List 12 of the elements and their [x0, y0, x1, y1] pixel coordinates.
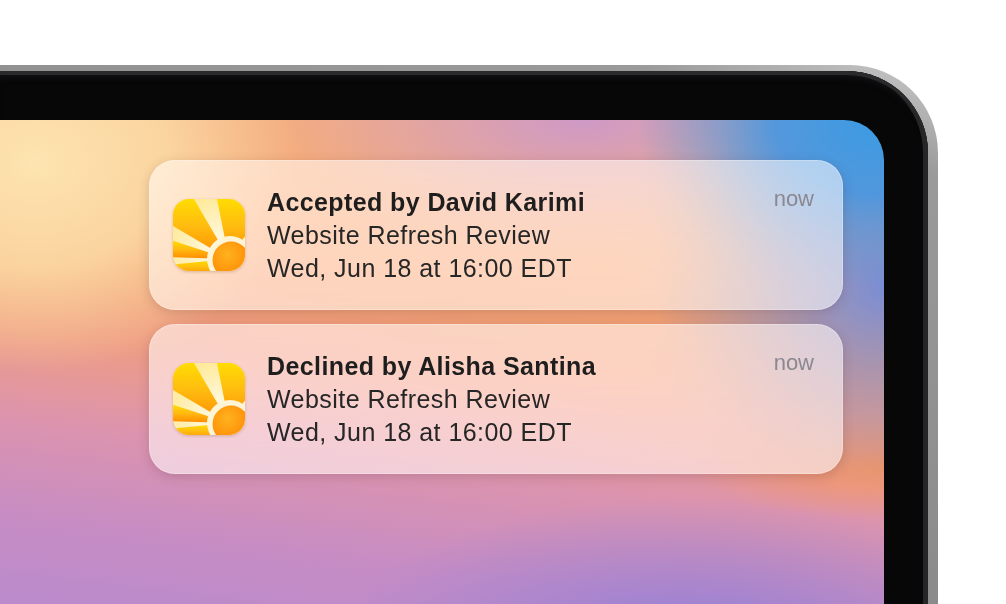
- sun-app-icon: [173, 363, 245, 435]
- timestamp: now: [773, 350, 814, 376]
- notification-card[interactable]: Accepted by David Karimi Website Refresh Review Wed, Jun 18 at 16:00 EDT now: [149, 160, 843, 310]
- event-date-time: Wed, Jun 18 at 16:00 EDT: [267, 416, 573, 448]
- event-date-time: Wed, Jun 18 at 16:00 EDT: [267, 252, 573, 284]
- event-name: Website Refresh Review: [267, 219, 552, 251]
- sun-app-icon: [173, 199, 245, 271]
- notification-title: Declined by Alisha Santina: [267, 350, 597, 382]
- notification-title: Accepted by David Karimi: [267, 186, 587, 218]
- timestamp: now: [773, 186, 814, 212]
- event-name: Website Refresh Review: [267, 383, 552, 415]
- notification-card[interactable]: Declined by Alisha Santina Website Refresh Review Wed, Jun 18 at 16:00 EDT now: [149, 324, 843, 474]
